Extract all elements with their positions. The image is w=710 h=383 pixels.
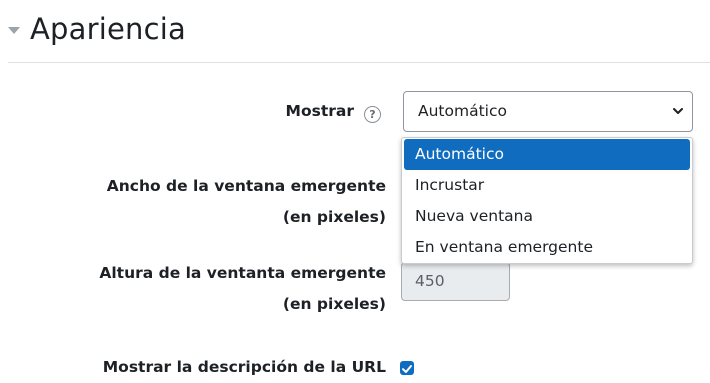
option-new-window[interactable]: Nueva ventana [402, 201, 692, 232]
popup-width-label-line2: (en pixeles) [282, 208, 386, 226]
section-header[interactable]: Apariencia [8, 4, 186, 54]
collapse-caret-icon[interactable] [8, 26, 20, 34]
display-select[interactable]: Automático [403, 91, 693, 132]
chevron-down-icon [673, 108, 683, 114]
display-label: Mostrar [285, 102, 354, 120]
popup-width-label-line1: Ancho de la ventana emergente [106, 177, 386, 195]
popup-height-input[interactable]: 450 [401, 262, 510, 301]
show-description-checkbox[interactable] [400, 361, 414, 375]
option-popup-window[interactable]: En ventana emergente [402, 232, 692, 263]
display-select-value: Automático [418, 102, 507, 120]
section-title: Apariencia [30, 12, 186, 46]
section-divider [8, 62, 710, 63]
help-icon[interactable]: ? [364, 106, 381, 123]
popup-height-label-line2: (en pixeles) [282, 295, 386, 313]
form-appearance-section: Apariencia Mostrar ? Automático Ancho de… [0, 0, 710, 383]
option-automatic[interactable]: Automático [404, 139, 690, 170]
display-options-dropdown: Automático Incrustar Nueva ventana En ve… [401, 137, 693, 264]
popup-height-label-line1: Altura de la ventanta emergente [99, 264, 386, 282]
show-description-label: Mostrar la descripción de la URL [102, 358, 386, 376]
checkmark-icon [402, 365, 412, 373]
option-embed[interactable]: Incrustar [402, 170, 692, 201]
